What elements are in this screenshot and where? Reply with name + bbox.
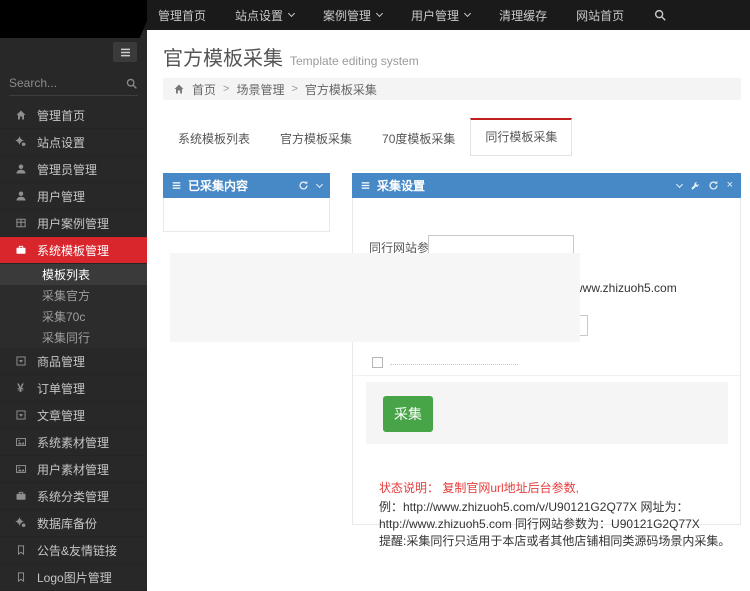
- user-icon: [14, 163, 27, 175]
- sidebar-item-system-template-management[interactable]: 系统模板管理: [0, 237, 147, 264]
- sidebar-subitem-collect-70c[interactable]: 采集70c: [0, 306, 147, 327]
- breadcrumb-scene-link[interactable]: 场景管理: [236, 81, 284, 98]
- reminder-text: 提醒:采集同行只适用于本店或者其他店铺相同类源码场景内采集。: [379, 534, 731, 548]
- sidebar-item-logo-image-management[interactable]: Logo图片管理: [0, 564, 147, 591]
- cogs-icon: [14, 136, 27, 148]
- bookmark-icon: [14, 544, 27, 556]
- caret-square-icon: [14, 355, 27, 367]
- breadcrumb-separator: >: [223, 83, 230, 95]
- image-icon: [14, 436, 27, 448]
- sidebar-item-product-management[interactable]: 商品管理: [0, 348, 147, 375]
- breadcrumb-current: 官方模板采集: [304, 82, 377, 97]
- checkbox-caption-text: [390, 364, 518, 365]
- tab-70-template-collect[interactable]: 70度模板采集: [367, 121, 470, 156]
- collect-button[interactable]: 采集: [383, 396, 433, 432]
- user-icon: [14, 190, 27, 202]
- tab-bar: 系统模板列表 官方模板采集 70度模板采集 同行模板采集: [163, 118, 573, 156]
- tab-official-template-collect[interactable]: 官方模板采集: [265, 121, 367, 156]
- sidebar-item-administrator-management[interactable]: 管理员管理: [0, 156, 147, 183]
- topnav-item-site-settings[interactable]: 站点设置: [235, 7, 296, 24]
- collapse-chevron-icon[interactable]: [675, 180, 683, 189]
- sidebar-menu: 管理首页 站点设置 管理员管理 用户管理 用户案例管理 系统模板管理 模板列表 …: [0, 102, 147, 591]
- overlay-box: [170, 253, 580, 342]
- page-subtitle: Template editing system: [290, 54, 419, 68]
- tab-system-template-list[interactable]: 系统模板列表: [163, 121, 265, 156]
- topnav-item-admin-home[interactable]: 管理首页: [158, 7, 206, 24]
- tab-peer-template-collect[interactable]: 同行模板采集: [470, 118, 573, 156]
- wrench-icon[interactable]: [690, 181, 700, 191]
- sidebar-toggle-button[interactable]: [113, 42, 137, 62]
- sidebar-item-user-management[interactable]: 用户管理: [0, 183, 147, 210]
- table-icon: [14, 217, 27, 229]
- logo-block: [0, 0, 147, 38]
- sidebar-item-database-backup[interactable]: 数据库备份: [0, 510, 147, 537]
- collect-settings-panel: 采集设置 × 同行网站参数: www.zhizuoh5.com 采集 状态说明：…: [352, 173, 741, 548]
- topnav-item-site-home[interactable]: 网站首页: [576, 7, 624, 24]
- briefcase-icon: [14, 490, 27, 502]
- site-url-text: www.zhizuoh5.com: [574, 281, 677, 295]
- page-title: 官方模板采集: [163, 48, 283, 70]
- refresh-icon[interactable]: [708, 180, 719, 191]
- help-text-block: 例：http://www.zhizuoh5.com/v/U90121G2Q77X…: [379, 499, 731, 550]
- list-icon: [360, 180, 371, 191]
- chevron-down-icon: [376, 9, 384, 17]
- sidebar-item-system-category-management[interactable]: 系统分类管理: [0, 483, 147, 510]
- refresh-icon[interactable]: [298, 180, 309, 191]
- list-icon: [171, 180, 182, 191]
- sidebar-item-announcement-links[interactable]: 公告&友情链接: [0, 537, 147, 564]
- status-note: 状态说明： 复制官网url地址后台参数,: [379, 481, 580, 495]
- sidebar-submenu: 模板列表 采集官方 采集70c 采集同行: [0, 264, 147, 348]
- sidebar-subitem-template-list[interactable]: 模板列表: [0, 264, 147, 285]
- sidebar-item-system-material-management[interactable]: 系统素材管理: [0, 429, 147, 456]
- cogs-icon: [14, 517, 27, 529]
- sidebar-search: [9, 76, 138, 96]
- search-icon[interactable]: [125, 77, 138, 90]
- sidebar-item-user-case-management[interactable]: 用户案例管理: [0, 210, 147, 237]
- panel-title: 采集设置: [377, 179, 426, 193]
- image-icon: [14, 463, 27, 475]
- main-content: 官方模板采集 Template editing system 首页 > 场景管理…: [147, 30, 750, 591]
- search-icon[interactable]: [653, 8, 667, 22]
- home-icon: [14, 109, 27, 121]
- breadcrumb-separator: >: [291, 83, 298, 95]
- sidebar-item-order-management[interactable]: ¥ 订单管理: [0, 375, 147, 402]
- close-icon[interactable]: ×: [727, 180, 733, 191]
- panel-title: 已采集内容: [188, 179, 249, 193]
- sidebar-subitem-collect-peer[interactable]: 采集同行: [0, 327, 147, 348]
- topnav-item-user-management[interactable]: 用户管理: [411, 7, 472, 24]
- example-text: 例：http://www.zhizuoh5.com/v/U90121G2Q77X…: [379, 500, 700, 531]
- form-footer: 采集: [366, 382, 728, 444]
- collected-content-panel: 已采集内容: [163, 173, 330, 232]
- collapse-chevron-icon[interactable]: [315, 180, 324, 189]
- yen-icon: ¥: [17, 381, 24, 395]
- briefcase-icon: [14, 244, 27, 256]
- chevron-down-icon: [464, 9, 472, 17]
- breadcrumb-home-link[interactable]: 首页: [192, 81, 216, 98]
- option-checkbox[interactable]: [372, 357, 383, 368]
- breadcrumb: 首页 > 场景管理 > 官方模板采集: [163, 78, 741, 100]
- home-icon: [173, 83, 185, 95]
- sidebar: 管理首页 站点设置 管理员管理 用户管理 用户案例管理 系统模板管理 模板列表 …: [0, 30, 147, 591]
- sidebar-item-article-management[interactable]: 文章管理: [0, 402, 147, 429]
- sidebar-item-admin-home[interactable]: 管理首页: [0, 102, 147, 129]
- sidebar-subitem-collect-official[interactable]: 采集官方: [0, 285, 147, 306]
- chevron-down-icon: [287, 9, 296, 17]
- sidebar-search-input[interactable]: [9, 76, 125, 90]
- sidebar-item-site-settings[interactable]: 站点设置: [0, 129, 147, 156]
- topnav-item-case-management[interactable]: 案例管理: [323, 7, 384, 24]
- form-divider: [353, 375, 740, 376]
- collected-content-body: [163, 198, 330, 232]
- caret-square-icon: [14, 409, 27, 421]
- topnav-item-clear-cache[interactable]: 清理缓存: [499, 7, 547, 24]
- bookmark-icon: [14, 571, 27, 583]
- sidebar-item-user-material-management[interactable]: 用户素材管理: [0, 456, 147, 483]
